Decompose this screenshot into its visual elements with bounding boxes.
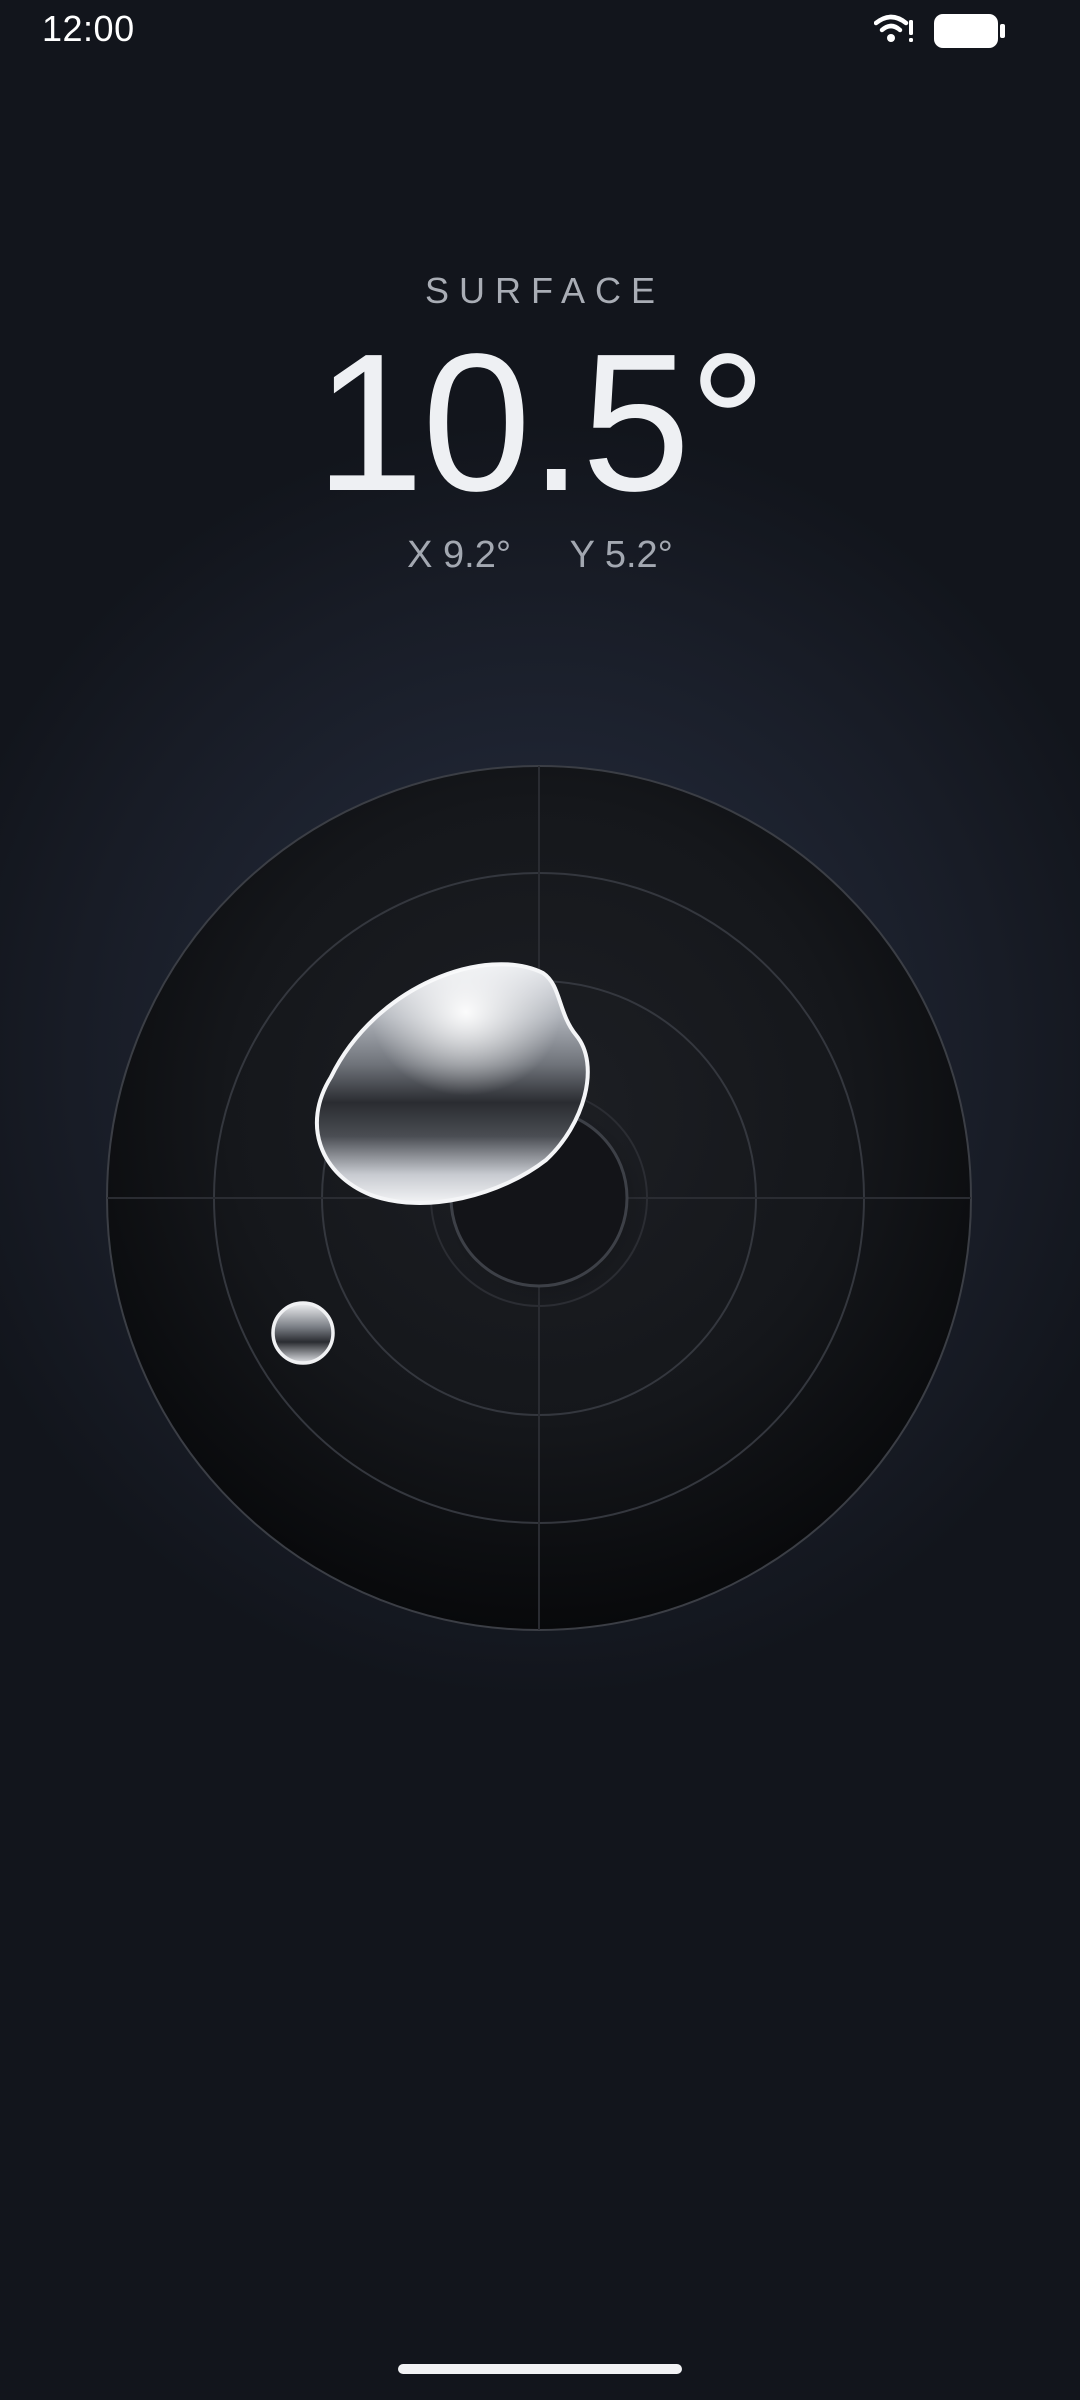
x-tilt-value: X 9.2° — [407, 534, 512, 576]
small-bubble — [271, 1301, 335, 1365]
surface-label: SURFACE — [424, 270, 666, 311]
wifi-alert-icon — [874, 14, 913, 42]
tilt-readout: SURFACE 10.5° X 9.2° Y 5.2° — [0, 270, 1080, 577]
surface-angle-value: 10.5° — [315, 313, 767, 532]
home-indicator[interactable] — [398, 2364, 682, 2374]
battery-icon — [934, 14, 1005, 48]
status-bar: 12:00 — [0, 0, 1080, 60]
bubble-level — [106, 765, 972, 1631]
axis-readout: X 9.2° Y 5.2° — [0, 534, 1080, 577]
status-time: 12:00 — [42, 8, 135, 49]
y-tilt-value: Y 5.2° — [569, 534, 673, 576]
